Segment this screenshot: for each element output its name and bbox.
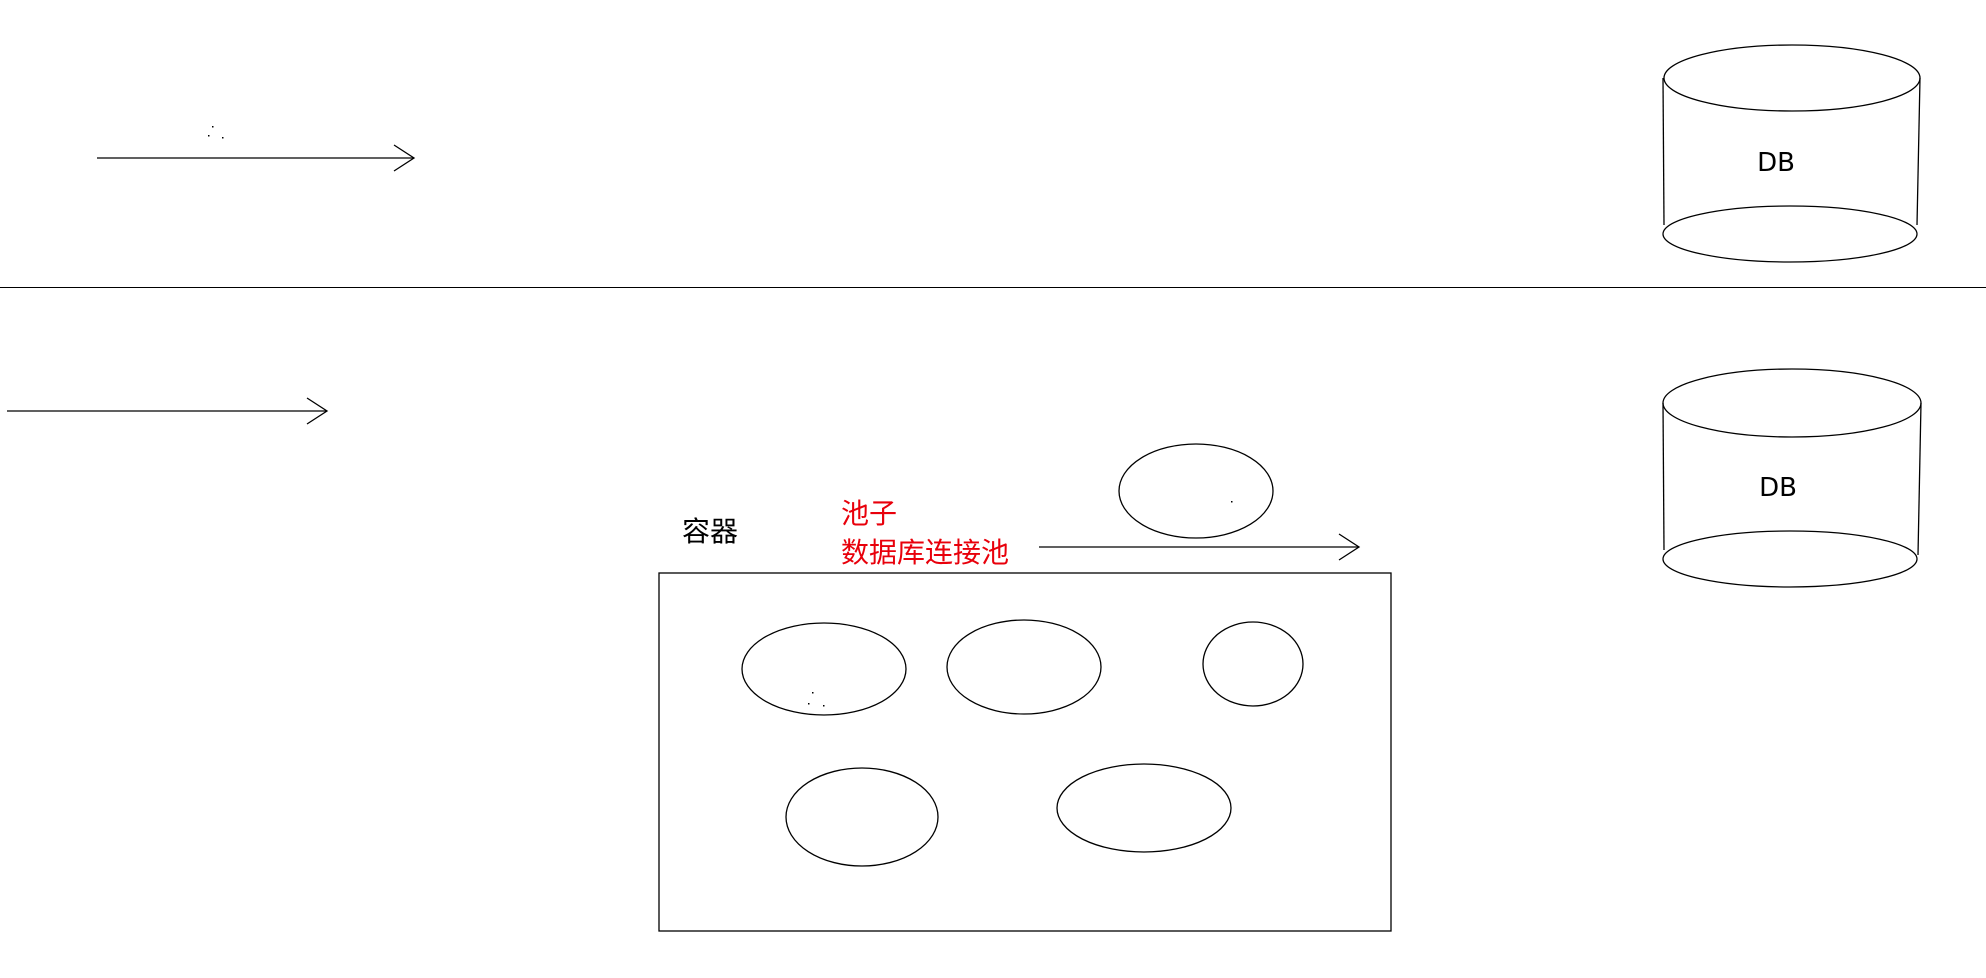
container-label: 容器 bbox=[682, 515, 738, 548]
connection-5 bbox=[1056, 763, 1232, 853]
bottom-arrow bbox=[7, 397, 329, 425]
bottom-database-cylinder: DB bbox=[1662, 368, 1922, 588]
bottom-database-label: DB bbox=[1759, 473, 1797, 503]
connection-4 bbox=[785, 767, 939, 867]
stray-dot bbox=[1231, 501, 1233, 503]
top-database-label: DB bbox=[1757, 148, 1795, 178]
bottom-section: DB 容器 池子 数据库连接池 bbox=[7, 368, 1922, 932]
connection-3 bbox=[1202, 621, 1304, 707]
top-section: DB bbox=[97, 44, 1921, 263]
top-arrow bbox=[97, 144, 416, 172]
stray-dots bbox=[808, 692, 825, 707]
top-stray-dots bbox=[208, 126, 224, 139]
connection-2 bbox=[946, 619, 1102, 715]
connection-1 bbox=[741, 622, 907, 716]
connection-pool-container bbox=[658, 572, 1392, 932]
diagram-canvas: DB DB 容器 池子 数据库连接池 bbox=[0, 44, 1986, 932]
outgoing-connection bbox=[1118, 443, 1274, 539]
pool-label: 池子 bbox=[841, 497, 897, 530]
top-database-cylinder: DB bbox=[1662, 44, 1921, 263]
pool-full-label: 数据库连接池 bbox=[841, 536, 1009, 569]
